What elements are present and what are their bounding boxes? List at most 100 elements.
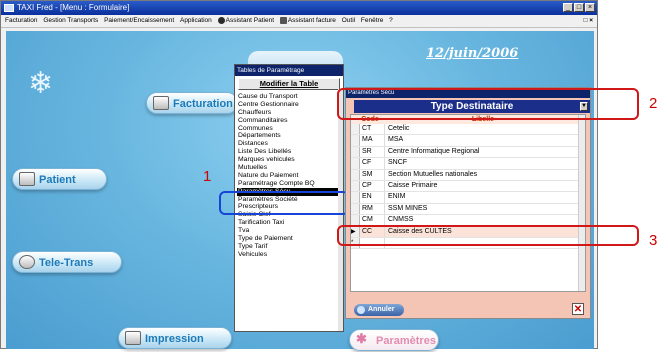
table-list-item[interactable]: Mutuelles (237, 164, 343, 172)
tables-list: Cause du Transport Centre Gestionnaire Cha… (235, 93, 343, 259)
libelle-cell[interactable]: CNMSS (385, 215, 585, 225)
libelle-cell[interactable]: Section Mutuelles nationales (385, 170, 585, 180)
code-cell[interactable]: CF (360, 158, 385, 169)
table-list-item[interactable]: Vehicules (237, 251, 343, 259)
row-selector[interactable] (351, 203, 360, 215)
cancel-icon (357, 306, 365, 314)
row-selector[interactable] (351, 169, 360, 180)
menu-fenetre[interactable]: Fenêtre (361, 17, 383, 24)
grid-row[interactable]: SR Centre Informatique Regional (351, 146, 585, 159)
close-button[interactable]: × (585, 3, 595, 12)
menu-assistant-facture[interactable]: Assistant facture (279, 16, 336, 24)
libelle-cell[interactable]: ENIM (385, 192, 585, 202)
teletrans-button[interactable]: Tele-Trans (12, 251, 122, 273)
libelle-cell[interactable]: Cetelic (385, 124, 585, 134)
impression-button[interactable]: Impression (118, 327, 232, 349)
menu-paiement-encaissement[interactable]: Paiement/Encaissement (104, 17, 174, 24)
table-list-item[interactable]: Tva (237, 227, 343, 235)
grid-row[interactable]: CT Cetelic (351, 124, 585, 136)
table-list-item[interactable]: Nature du Paiement (237, 172, 343, 180)
libelle-cell[interactable]: MSA (385, 135, 585, 145)
table-list-item[interactable]: Départements (237, 132, 343, 140)
code-cell[interactable]: SR (360, 146, 385, 158)
table-list-item[interactable]: Liste Des Libellés (237, 148, 343, 156)
printer-icon (125, 331, 141, 345)
parametres-button[interactable]: ✱ Paramètres (349, 329, 439, 351)
cash-register-icon (153, 96, 169, 110)
menu-application[interactable]: Application (180, 17, 212, 24)
menu-bar: Facturation Gestion Transports Paiement/… (1, 15, 597, 28)
code-cell[interactable]: RM (360, 203, 385, 215)
impression-label: Impression (145, 333, 204, 345)
facturation-label: Facturation (173, 98, 233, 110)
menu-assistant-patient[interactable]: Assistant Patient (217, 16, 274, 24)
libelle-cell[interactable]: SSM MINES (385, 204, 585, 214)
code-cell[interactable]: CT (360, 124, 385, 135)
annuler-button[interactable]: Annuler (354, 304, 404, 316)
title-bar: TAXI Fred - [Menu : Formulaire] _ □ × (1, 1, 597, 15)
row-selector[interactable] (351, 124, 360, 135)
menu-help[interactable]: ? (389, 17, 393, 24)
row-selector[interactable] (351, 215, 360, 226)
grid-row[interactable]: RM SSM MINES (351, 203, 585, 216)
teletrans-label: Tele-Trans (39, 257, 94, 269)
grid-row[interactable]: MA MSA (351, 135, 585, 147)
patient-button[interactable]: Patient (12, 168, 107, 190)
patient-label: Patient (39, 174, 76, 186)
table-list-item[interactable]: Type de Paiement (237, 235, 343, 243)
grid-row[interactable]: CF SNCF (351, 158, 585, 170)
code-cell[interactable]: CP (360, 180, 385, 192)
table-list-item[interactable]: Paramétrage Compte BQ (237, 180, 343, 188)
row-selector[interactable] (351, 192, 360, 203)
modify-table-button[interactable]: Modifier la Table (238, 78, 340, 90)
network-icon (19, 255, 35, 269)
callout-number-2: 2 (649, 95, 658, 112)
snowflake-logo-icon: ❄ (28, 67, 54, 100)
table-list-item[interactable]: Distances (237, 140, 343, 148)
callout-box-3 (337, 225, 639, 246)
asterisk-icon: ✱ (356, 331, 367, 346)
assistant-icon (217, 16, 225, 24)
libelle-cell[interactable]: SNCF (385, 158, 585, 168)
row-selector[interactable] (351, 158, 360, 169)
grid-icon (279, 16, 287, 24)
grid-row[interactable]: EN ENIM (351, 192, 585, 204)
destinataire-grid: Code Libelle CT Cetelic MA MSA SR Centre Info… (350, 114, 586, 292)
patient-icon (19, 172, 35, 186)
code-cell[interactable]: MA (360, 135, 385, 146)
row-selector[interactable] (351, 146, 360, 158)
grid-row[interactable]: CP Caisse Primaire (351, 180, 585, 193)
close-form-icon[interactable]: ✕ (572, 303, 584, 315)
maximize-button[interactable]: □ (574, 3, 584, 12)
table-list-item[interactable]: Communes (237, 125, 343, 133)
libelle-cell[interactable]: Centre Informatique Regional (385, 147, 585, 157)
menu-gestion-transports[interactable]: Gestion Transports (43, 17, 98, 24)
row-selector[interactable] (351, 180, 360, 192)
code-cell[interactable]: EN (360, 192, 385, 203)
callout-number-3: 3 (649, 232, 658, 249)
table-list-item[interactable]: Tarification Taxi (237, 219, 343, 227)
table-list-item[interactable]: Cause du Transport (237, 93, 343, 101)
table-list-item[interactable]: Type Tarif (237, 243, 343, 251)
current-date: 12/juin/2006 (426, 46, 519, 61)
minimize-button[interactable]: _ (563, 3, 573, 12)
annuler-label: Annuler (368, 306, 395, 313)
app-window: TAXI Fred - [Menu : Formulaire] _ □ × Fa… (0, 0, 657, 351)
menu-facturation[interactable]: Facturation (5, 17, 38, 24)
table-list-item[interactable]: Chauffeurs (237, 109, 343, 117)
callout-box-2 (337, 88, 639, 120)
inner-window-controls[interactable]: □ × (583, 15, 593, 27)
table-list-item[interactable]: Centre Gestionnaire (237, 101, 343, 109)
facturation-button[interactable]: Facturation (146, 92, 238, 114)
row-selector[interactable] (351, 135, 360, 146)
code-cell[interactable]: SM (360, 169, 385, 180)
libelle-cell[interactable]: Caisse Primaire (385, 181, 585, 191)
table-list-item[interactable]: Marques vehicules (237, 156, 343, 164)
callout-box-1 (219, 191, 349, 215)
menu-outil[interactable]: Outil (342, 17, 355, 24)
grid-row[interactable]: SM Section Mutuelles nationales (351, 169, 585, 181)
table-list-item[interactable]: Commanditaires (237, 117, 343, 125)
grid-scrollbar[interactable] (578, 115, 585, 291)
parametres-secu-window: Paramètres Sécu Type Destinataire ▼ Code… (345, 87, 591, 319)
code-cell[interactable]: CM (360, 215, 385, 226)
